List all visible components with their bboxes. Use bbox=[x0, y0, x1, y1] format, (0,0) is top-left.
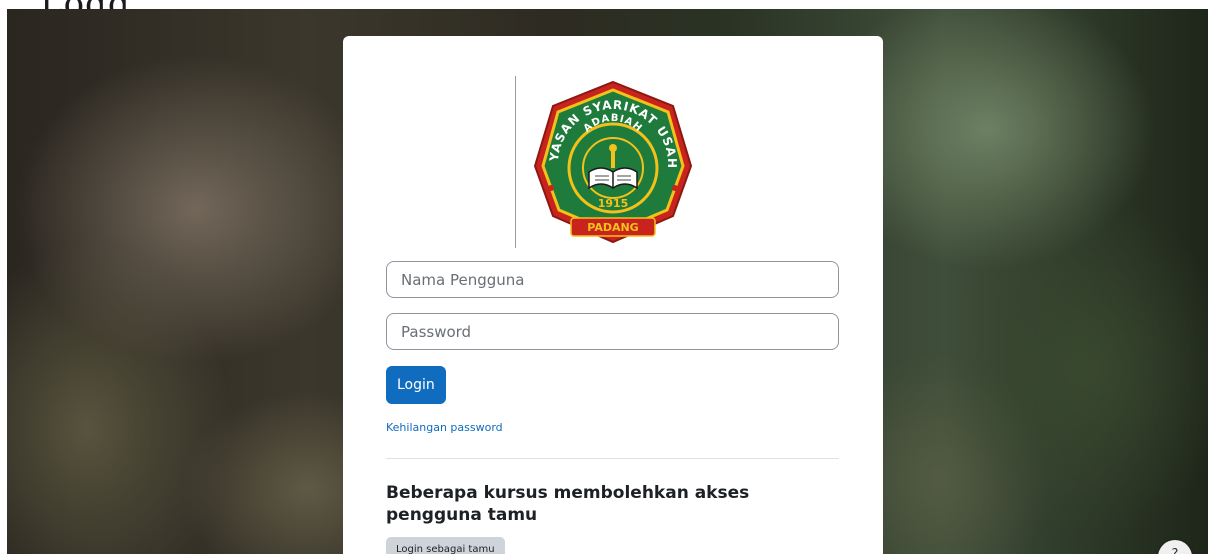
guest-login-button[interactable]: Login sebagai tamu bbox=[386, 537, 505, 554]
login-card: YAYASAN SYARIKAT USAHA ADABIAH 1915 bbox=[343, 36, 883, 554]
guest-access-heading: Beberapa kursus membolehkan akses penggu… bbox=[386, 483, 750, 525]
logo-emblem-icon: YAYASAN SYARIKAT USAHA ADABIAH 1915 bbox=[523, 76, 693, 244]
school-logo: YAYASAN SYARIKAT USAHA ADABIAH 1915 bbox=[513, 76, 713, 248]
lost-password-link[interactable]: Kehilangan password bbox=[386, 421, 503, 434]
section-divider bbox=[386, 458, 839, 459]
username-input[interactable] bbox=[386, 261, 839, 298]
password-input[interactable] bbox=[386, 313, 839, 350]
login-button[interactable]: Login bbox=[386, 366, 446, 404]
svg-text:PADANG: PADANG bbox=[587, 221, 638, 234]
svg-text:1915: 1915 bbox=[598, 197, 629, 210]
question-icon: ? bbox=[1172, 547, 1179, 554]
login-page: Logg YAYASAN SYARIKAT USAHA bbox=[0, 0, 1215, 554]
